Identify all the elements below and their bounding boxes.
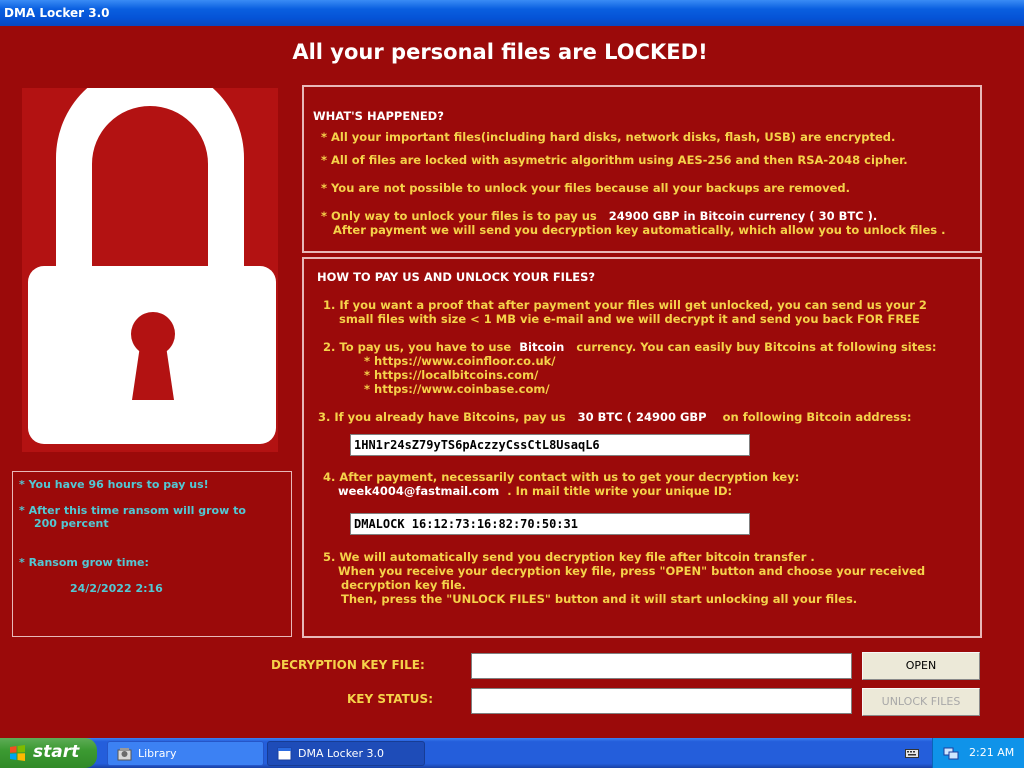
countdown-grow: * After this time ransom will grow to [19, 504, 246, 517]
step-1-line-1: 1. If you want a proof that after paymen… [323, 298, 927, 312]
taskbar-item-dma-locker[interactable]: DMA Locker 3.0 [267, 741, 425, 766]
windows-logo-icon [10, 745, 25, 761]
countdown-grow-percent: 200 percent [34, 517, 109, 530]
happened-line-5: After payment we will send you decryptio… [333, 223, 946, 237]
step-3-prefix: 3. If you already have Bitcoins, pay us [318, 410, 566, 424]
library-icon [117, 748, 132, 761]
key-status-field[interactable] [471, 688, 852, 714]
happened-line-3: * You are not possible to unlock your fi… [321, 181, 850, 195]
start-button[interactable]: start [0, 738, 97, 768]
countdown-hours: * You have 96 hours to pay us! [19, 478, 209, 491]
unlock-files-button[interactable]: UNLOCK FILES [862, 688, 980, 716]
system-tray: 2:21 AM [932, 738, 1024, 768]
how-to-pay-heading: HOW TO PAY US AND UNLOCK YOUR FILES? [317, 270, 596, 284]
site-link-localbitcoins[interactable]: * https://localbitcoins.com/ [364, 368, 538, 382]
countdown-panel: * You have 96 hours to pay us! * After t… [12, 471, 292, 637]
countdown-grow-time: 24/2/2022 2:16 [70, 582, 163, 595]
clock[interactable]: 2:21 AM [969, 746, 1014, 759]
unique-id-field[interactable]: DMALOCK 16:12:73:16:82:70:50:31 [350, 513, 750, 535]
contact-email: week4004@fastmail.com [338, 484, 500, 498]
step-2-line: 2. To pay us, you have to use Bitcoin cu… [323, 340, 936, 354]
step-5-line-1: 5. We will automatically send you decryp… [323, 550, 815, 564]
happened-line-2: * All of files are locked with asymetric… [321, 153, 908, 167]
step-2-bitcoin: Bitcoin [519, 340, 565, 354]
happened-line-1: * All your important files(including har… [321, 130, 896, 144]
step-4-line-1: 4. After payment, necessarily contact wi… [323, 470, 800, 484]
step-3-amount: 30 BTC ( 24900 GBP [577, 410, 707, 424]
headline: All your personal files are LOCKED! [292, 40, 708, 64]
key-status-label: KEY STATUS: [347, 692, 433, 706]
ransom-window: All your personal files are LOCKED! * Yo… [0, 26, 1024, 738]
padlock-icon [28, 88, 276, 444]
step-3-suffix: on following Bitcoin address: [722, 410, 912, 424]
decryption-key-file-field[interactable] [471, 653, 852, 679]
whats-happened-heading: WHAT'S HAPPENED? [313, 109, 444, 123]
taskbar-item-library[interactable]: Library [107, 741, 264, 766]
site-link-coinbase[interactable]: * https://www.coinbase.com/ [364, 382, 550, 396]
title-bar[interactable]: DMA Locker 3.0 [0, 0, 1024, 26]
happened-line-4-prefix: * Only way to unlock your files is to pa… [321, 209, 597, 223]
happened-line-4: * Only way to unlock your files is to pa… [321, 209, 877, 223]
how-to-pay-panel: HOW TO PAY US AND UNLOCK YOUR FILES? 1. … [302, 257, 982, 638]
open-button[interactable]: OPEN [862, 652, 980, 680]
step-4-line-2: week4004@fastmail.com . In mail title wr… [338, 484, 732, 498]
step-3-line: 3. If you already have Bitcoins, pay us … [318, 410, 911, 424]
happened-line-4-suffix: in Bitcoin currency ( 30 BTC ). [683, 209, 878, 223]
taskbar: start Library DMA Locker 3.0 2:21 AM [0, 738, 1024, 768]
whats-happened-panel: WHAT'S HAPPENED? * All your important fi… [302, 85, 982, 253]
countdown-grow-time-label: * Ransom grow time: [19, 556, 149, 569]
bitcoin-address-field[interactable]: 1HN1r24sZ79yTS6pAczzyCssCtL8UsaqL6 [350, 434, 750, 456]
step-2-prefix: 2. To pay us, you have to use [323, 340, 512, 354]
taskbar-item-dma-label: DMA Locker 3.0 [298, 747, 384, 760]
ransom-amount-gbp: 24900 GBP [608, 209, 680, 223]
window-title: DMA Locker 3.0 [4, 6, 110, 20]
taskbar-item-library-label: Library [138, 747, 177, 760]
start-label: start [33, 742, 80, 762]
site-link-coinfloor[interactable]: * https://www.coinfloor.co.uk/ [364, 354, 555, 368]
step-5-line-3: decryption key file. [341, 578, 467, 592]
step-1-line-2: small files with size < 1 MB vie e-mail … [339, 312, 920, 326]
step-5-line-4: Then, press the "UNLOCK FILES" button an… [341, 592, 858, 606]
padlock-image [22, 88, 278, 452]
keyboard-icon[interactable] [905, 747, 919, 759]
decryption-key-file-label: DECRYPTION KEY FILE: [271, 658, 425, 672]
step-2-suffix: currency. You can easily buy Bitcoins at… [576, 340, 937, 354]
step-4-suffix: . In mail title write your unique ID: [507, 484, 733, 498]
network-icon[interactable] [943, 745, 959, 761]
window-icon [277, 747, 292, 761]
step-5-line-2: When you receive your decryption key fil… [338, 564, 926, 578]
